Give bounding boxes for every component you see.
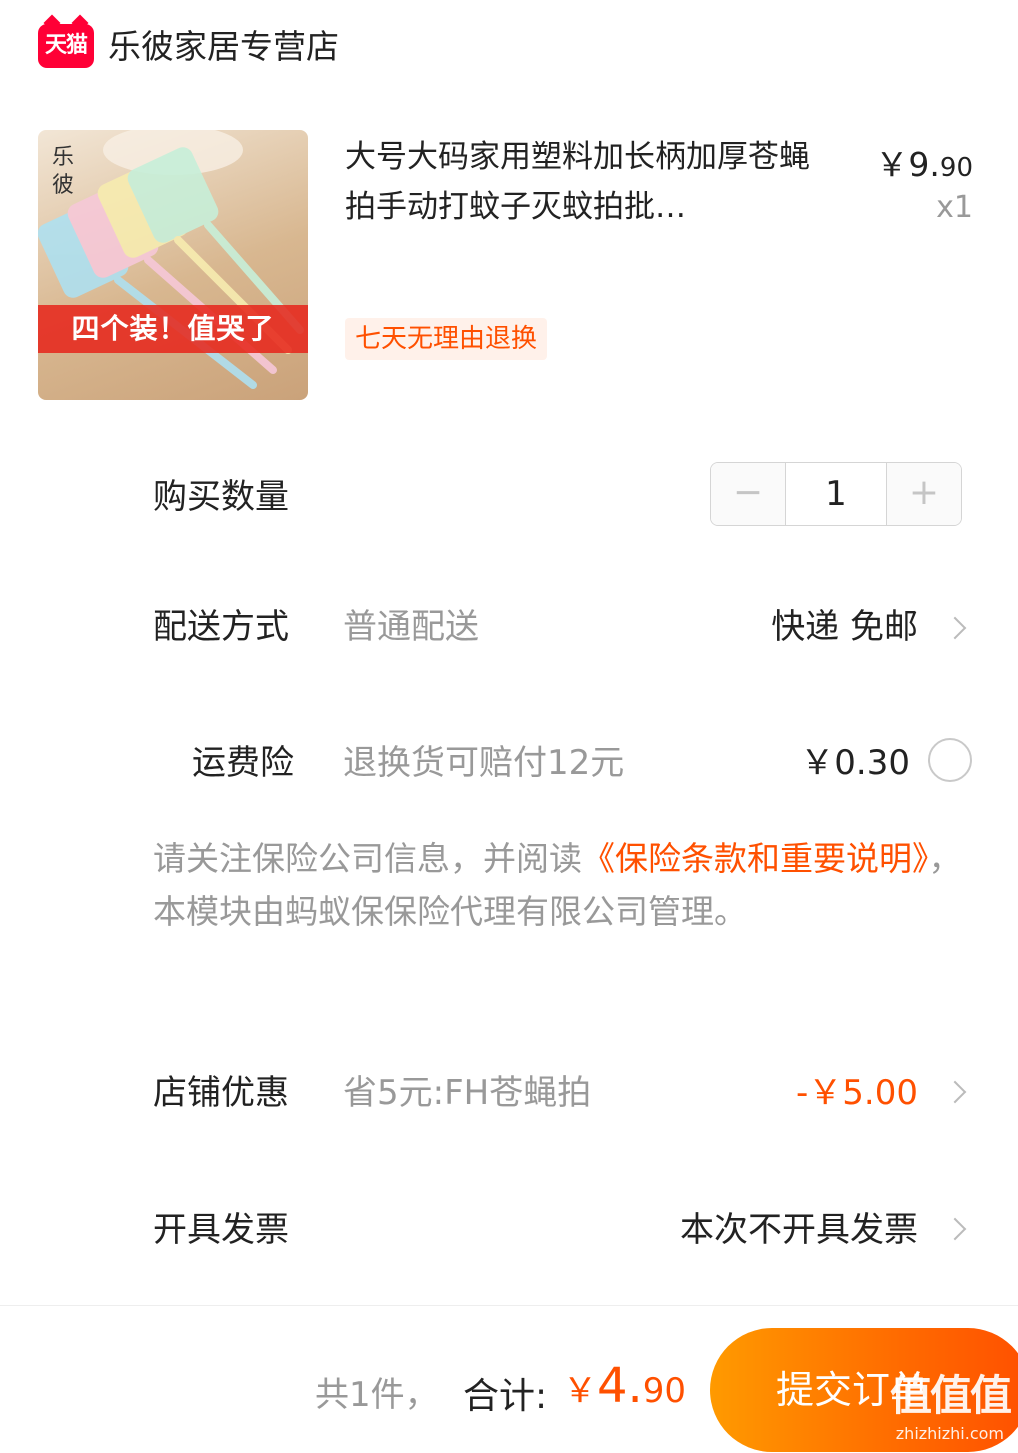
order-card: 天猫 乐彼家居专营店 乐彼 四个装！值哭了 大号大码家用塑料加长柄加厚苍蝇拍手动… <box>0 0 1018 1305</box>
store-name[interactable]: 乐彼家居专营店 <box>108 22 339 72</box>
product-title[interactable]: 大号大码家用塑料加长柄加厚苍蝇拍手动打蚊子灭蚊拍批… <box>345 132 825 232</box>
tmall-badge-text: 天猫 <box>44 33 88 58</box>
delivery-label: 配送方式 <box>153 607 289 647</box>
shipping-insurance-radio[interactable] <box>928 738 972 782</box>
invoice-label: 开具发票 <box>153 1210 289 1250</box>
delivery-sub: 普通配送 <box>343 607 479 647</box>
thumb-promo-banner: 四个装！值哭了 <box>38 305 308 353</box>
discount-chevron-right-icon[interactable] <box>943 1080 967 1104</box>
price-symbol: ￥ <box>875 145 909 184</box>
delivery-chevron-right-icon[interactable] <box>943 616 967 640</box>
invoice-chevron-right-icon[interactable] <box>943 1217 967 1241</box>
increment-button[interactable]: + <box>887 463 961 525</box>
total-dec: 90 <box>642 1371 687 1411</box>
quantity-input[interactable]: 1 <box>785 463 887 525</box>
insurance-notice: 请关注保险公司信息，并阅读《保险条款和重要说明》，本模块由蚂蚁保保险代理有限公司… <box>153 832 983 938</box>
purchase-qty-label: 购买数量 <box>153 477 289 517</box>
return-policy-tag: 七天无理由退换 <box>345 318 548 360</box>
product-price: ￥9.90 <box>875 138 973 186</box>
shipping-insurance-price: ￥0.30 <box>800 743 910 783</box>
insurance-terms-link[interactable]: 《保险条款和重要说明》 <box>582 839 929 878</box>
product-quantity: x1 <box>936 190 973 225</box>
product-thumbnail[interactable]: 乐彼 四个装！值哭了 <box>38 130 308 400</box>
total-int: 4. <box>597 1358 643 1414</box>
shipping-insurance-sub: 退换货可赔付12元 <box>343 743 625 783</box>
decrement-button[interactable]: − <box>711 463 785 525</box>
invoice-value[interactable]: 本次不开具发票 <box>680 1205 918 1255</box>
tmall-logo-icon: 天猫 <box>38 24 94 68</box>
price-int: 9. <box>908 145 940 184</box>
store-discount-sub: 省5元:FH苍蝇拍 <box>343 1073 592 1113</box>
item-count: 共1件， <box>315 1375 439 1415</box>
total-symbol: ￥ <box>563 1371 597 1411</box>
store-discount-label: 店铺优惠 <box>153 1073 289 1113</box>
notice-text-1: 请关注保险公司信息，并阅读 <box>153 839 582 878</box>
price-dec: 90 <box>939 153 973 183</box>
total-amount: ￥4.90 <box>563 1358 686 1414</box>
watermark-url: zhizhizhi.com <box>895 1424 1004 1443</box>
total-label: 合计: <box>463 1376 548 1417</box>
shipping-insurance-label: 运费险 <box>192 743 294 783</box>
quantity-stepper: − 1 + <box>710 462 962 526</box>
store-discount-value[interactable]: -￥5.00 <box>796 1068 918 1118</box>
thumb-brand-text: 乐彼 <box>52 145 75 198</box>
watermark-logo: 值值值 <box>889 1371 1012 1420</box>
delivery-value[interactable]: 快递 免邮 <box>771 602 918 652</box>
